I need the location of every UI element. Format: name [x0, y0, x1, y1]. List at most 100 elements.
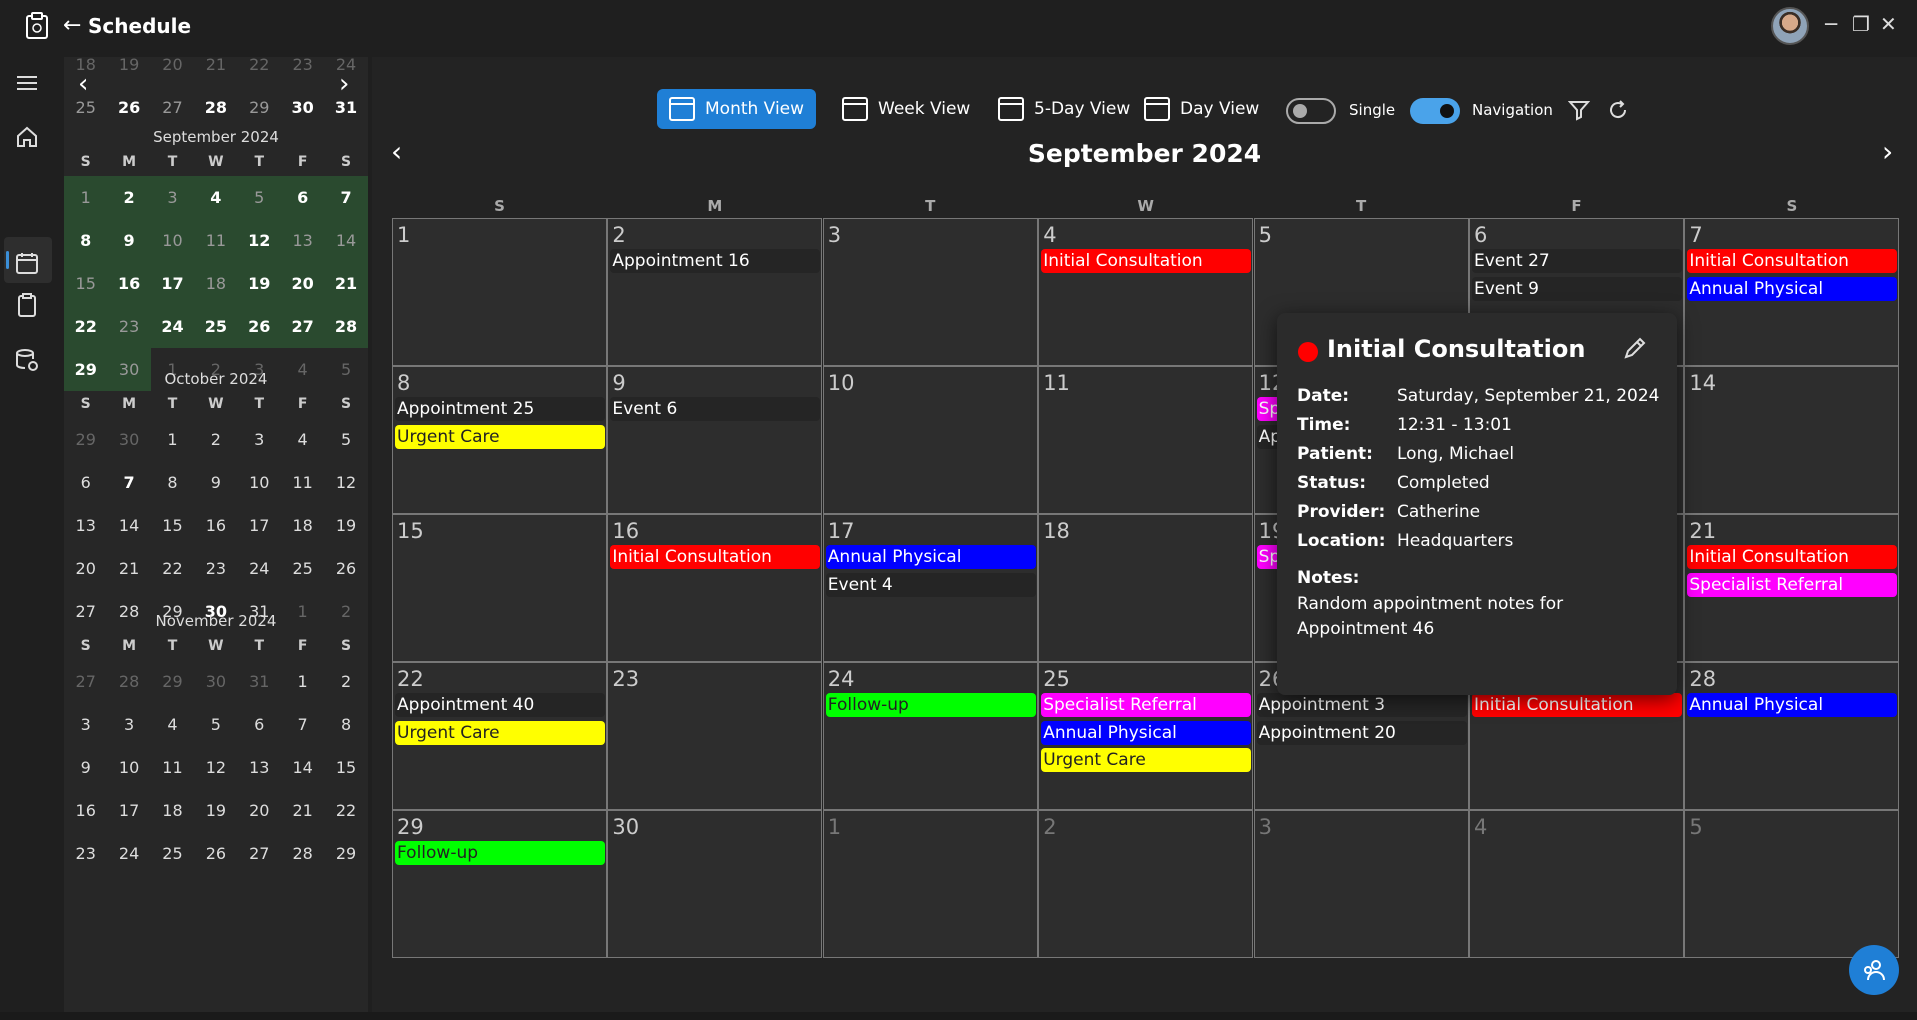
- event-chip[interactable]: Annual Physical: [825, 545, 1036, 569]
- mini-day[interactable]: 10: [107, 746, 150, 789]
- mini-day[interactable]: 26: [324, 547, 367, 590]
- mini-day[interactable]: 11: [151, 746, 194, 789]
- mini-day[interactable]: 19: [324, 504, 367, 547]
- mini-day[interactable]: 12: [237, 219, 281, 262]
- mini-next-month-icon[interactable]: ›: [339, 69, 349, 99]
- day-cell[interactable]: 5: [1684, 810, 1900, 958]
- mini-day[interactable]: 2: [324, 660, 367, 703]
- day-cell[interactable]: 2: [1038, 810, 1254, 958]
- event-chip[interactable]: Follow-up: [825, 693, 1036, 717]
- event-chip[interactable]: Urgent Care: [395, 424, 605, 449]
- day-cell[interactable]: 4 Initial Consultation: [1038, 218, 1254, 366]
- event-chip[interactable]: Urgent Care: [1041, 748, 1252, 772]
- mini-day[interactable]: 3: [150, 176, 195, 219]
- day-cell[interactable]: 25 Specialist Referral Annual Physical Urge…: [1038, 662, 1254, 810]
- event-chip[interactable]: Event 27: [1472, 249, 1682, 273]
- day-cell[interactable]: 3: [822, 218, 1038, 366]
- mini-day[interactable]: 17: [107, 789, 150, 832]
- navigation-toggle[interactable]: [1410, 98, 1460, 124]
- restore-icon[interactable]: ❐: [1852, 12, 1870, 36]
- mini-day[interactable]: 11: [281, 461, 324, 504]
- mini-day[interactable]: 8: [324, 703, 367, 746]
- mini-day[interactable]: 28: [107, 660, 150, 703]
- event-chip[interactable]: Event 6: [610, 397, 821, 421]
- day-cell[interactable]: 18: [1038, 514, 1254, 662]
- mini-day[interactable]: 21: [107, 547, 150, 590]
- event-chip[interactable]: Follow-up: [395, 841, 605, 865]
- event-chip[interactable]: Event 9: [1472, 276, 1682, 301]
- mini-day[interactable]: 23: [281, 57, 324, 86]
- mini-day[interactable]: 4: [281, 418, 324, 461]
- mini-day[interactable]: 21: [281, 789, 324, 832]
- mini-day[interactable]: 20: [151, 57, 194, 86]
- event-chip[interactable]: Urgent Care: [395, 720, 605, 745]
- mini-day[interactable]: 17: [150, 262, 195, 305]
- mini-day[interactable]: 9: [64, 746, 107, 789]
- day-cell[interactable]: 28 Annual Physical: [1684, 662, 1900, 810]
- mini-day[interactable]: 7: [324, 176, 368, 219]
- mini-day[interactable]: 6: [238, 703, 281, 746]
- mini-day[interactable]: 7: [107, 461, 150, 504]
- day-cell[interactable]: 10: [822, 366, 1038, 514]
- day-cell[interactable]: 1: [822, 810, 1038, 958]
- mini-day[interactable]: 26: [194, 832, 237, 875]
- mini-day[interactable]: 28: [194, 86, 237, 129]
- event-chip[interactable]: Initial Consultation: [1472, 693, 1682, 717]
- mini-day[interactable]: 24: [150, 305, 195, 348]
- mini-day[interactable]: 20: [280, 262, 325, 305]
- mini-day[interactable]: 30: [107, 418, 150, 461]
- day-cell[interactable]: 17 Annual Physical Event 4: [822, 514, 1038, 662]
- mini-day[interactable]: 21: [324, 262, 368, 305]
- mini-day[interactable]: 14: [281, 746, 324, 789]
- mini-day[interactable]: 22: [238, 57, 281, 86]
- mini-day[interactable]: 9: [194, 461, 237, 504]
- event-chip[interactable]: Initial Consultation: [610, 545, 821, 569]
- event-chip[interactable]: Initial Consultation: [1041, 249, 1252, 273]
- mini-day[interactable]: 7: [281, 703, 324, 746]
- next-month-icon[interactable]: ›: [1882, 135, 1893, 168]
- mini-day[interactable]: 5: [324, 418, 367, 461]
- mini-day[interactable]: 22: [151, 547, 194, 590]
- mini-day[interactable]: 21: [194, 57, 237, 86]
- mini-day[interactable]: 31: [238, 660, 281, 703]
- mini-prev-month-icon[interactable]: ‹: [78, 69, 88, 99]
- week-view-button[interactable]: Week View: [830, 89, 982, 129]
- month-view-button[interactable]: Month View: [657, 89, 817, 129]
- day-cell[interactable]: 1: [392, 218, 607, 366]
- event-chip[interactable]: Initial Consultation: [1687, 545, 1898, 569]
- event-chip[interactable]: Initial Consultation: [1687, 249, 1898, 273]
- event-chip[interactable]: Appointment 3: [1256, 693, 1467, 717]
- mini-day[interactable]: 18: [151, 789, 194, 832]
- event-chip[interactable]: Appointment 40: [395, 693, 605, 717]
- day-cell[interactable]: 29 Follow-up: [392, 810, 607, 958]
- mini-day[interactable]: 30: [281, 86, 324, 129]
- mini-day[interactable]: 28: [281, 832, 324, 875]
- mini-day[interactable]: 30: [194, 660, 237, 703]
- mini-day[interactable]: 12: [194, 746, 237, 789]
- mini-day[interactable]: 5: [237, 176, 281, 219]
- mini-day[interactable]: 3: [64, 703, 107, 746]
- day-cell[interactable]: 22 Appointment 40 Urgent Care: [392, 662, 607, 810]
- day-view-button[interactable]: Day View: [1132, 89, 1271, 129]
- event-chip[interactable]: Annual Physical: [1687, 693, 1898, 717]
- home-icon[interactable]: [14, 124, 40, 150]
- day-cell[interactable]: 23: [607, 662, 823, 810]
- mini-day[interactable]: 19: [107, 57, 150, 86]
- event-chip[interactable]: Annual Physical: [1687, 276, 1898, 301]
- event-chip[interactable]: Appointment 25: [395, 397, 605, 421]
- calendar-icon[interactable]: [14, 250, 40, 276]
- mini-day[interactable]: 15: [151, 504, 194, 547]
- back-arrow-icon[interactable]: ←: [63, 13, 81, 38]
- mini-day[interactable]: 16: [107, 262, 151, 305]
- mini-day[interactable]: 27: [238, 832, 281, 875]
- mini-day[interactable]: 1: [64, 176, 108, 219]
- mini-day[interactable]: 25: [151, 832, 194, 875]
- minimize-icon[interactable]: ─: [1825, 12, 1837, 36]
- mini-day[interactable]: 16: [64, 789, 107, 832]
- mini-day[interactable]: 4: [194, 176, 238, 219]
- mini-day[interactable]: 4: [151, 703, 194, 746]
- mini-day[interactable]: 13: [64, 504, 107, 547]
- mini-day[interactable]: 22: [324, 789, 367, 832]
- mini-day[interactable]: 19: [237, 262, 281, 305]
- five-day-view-button[interactable]: 5-Day View: [986, 89, 1142, 129]
